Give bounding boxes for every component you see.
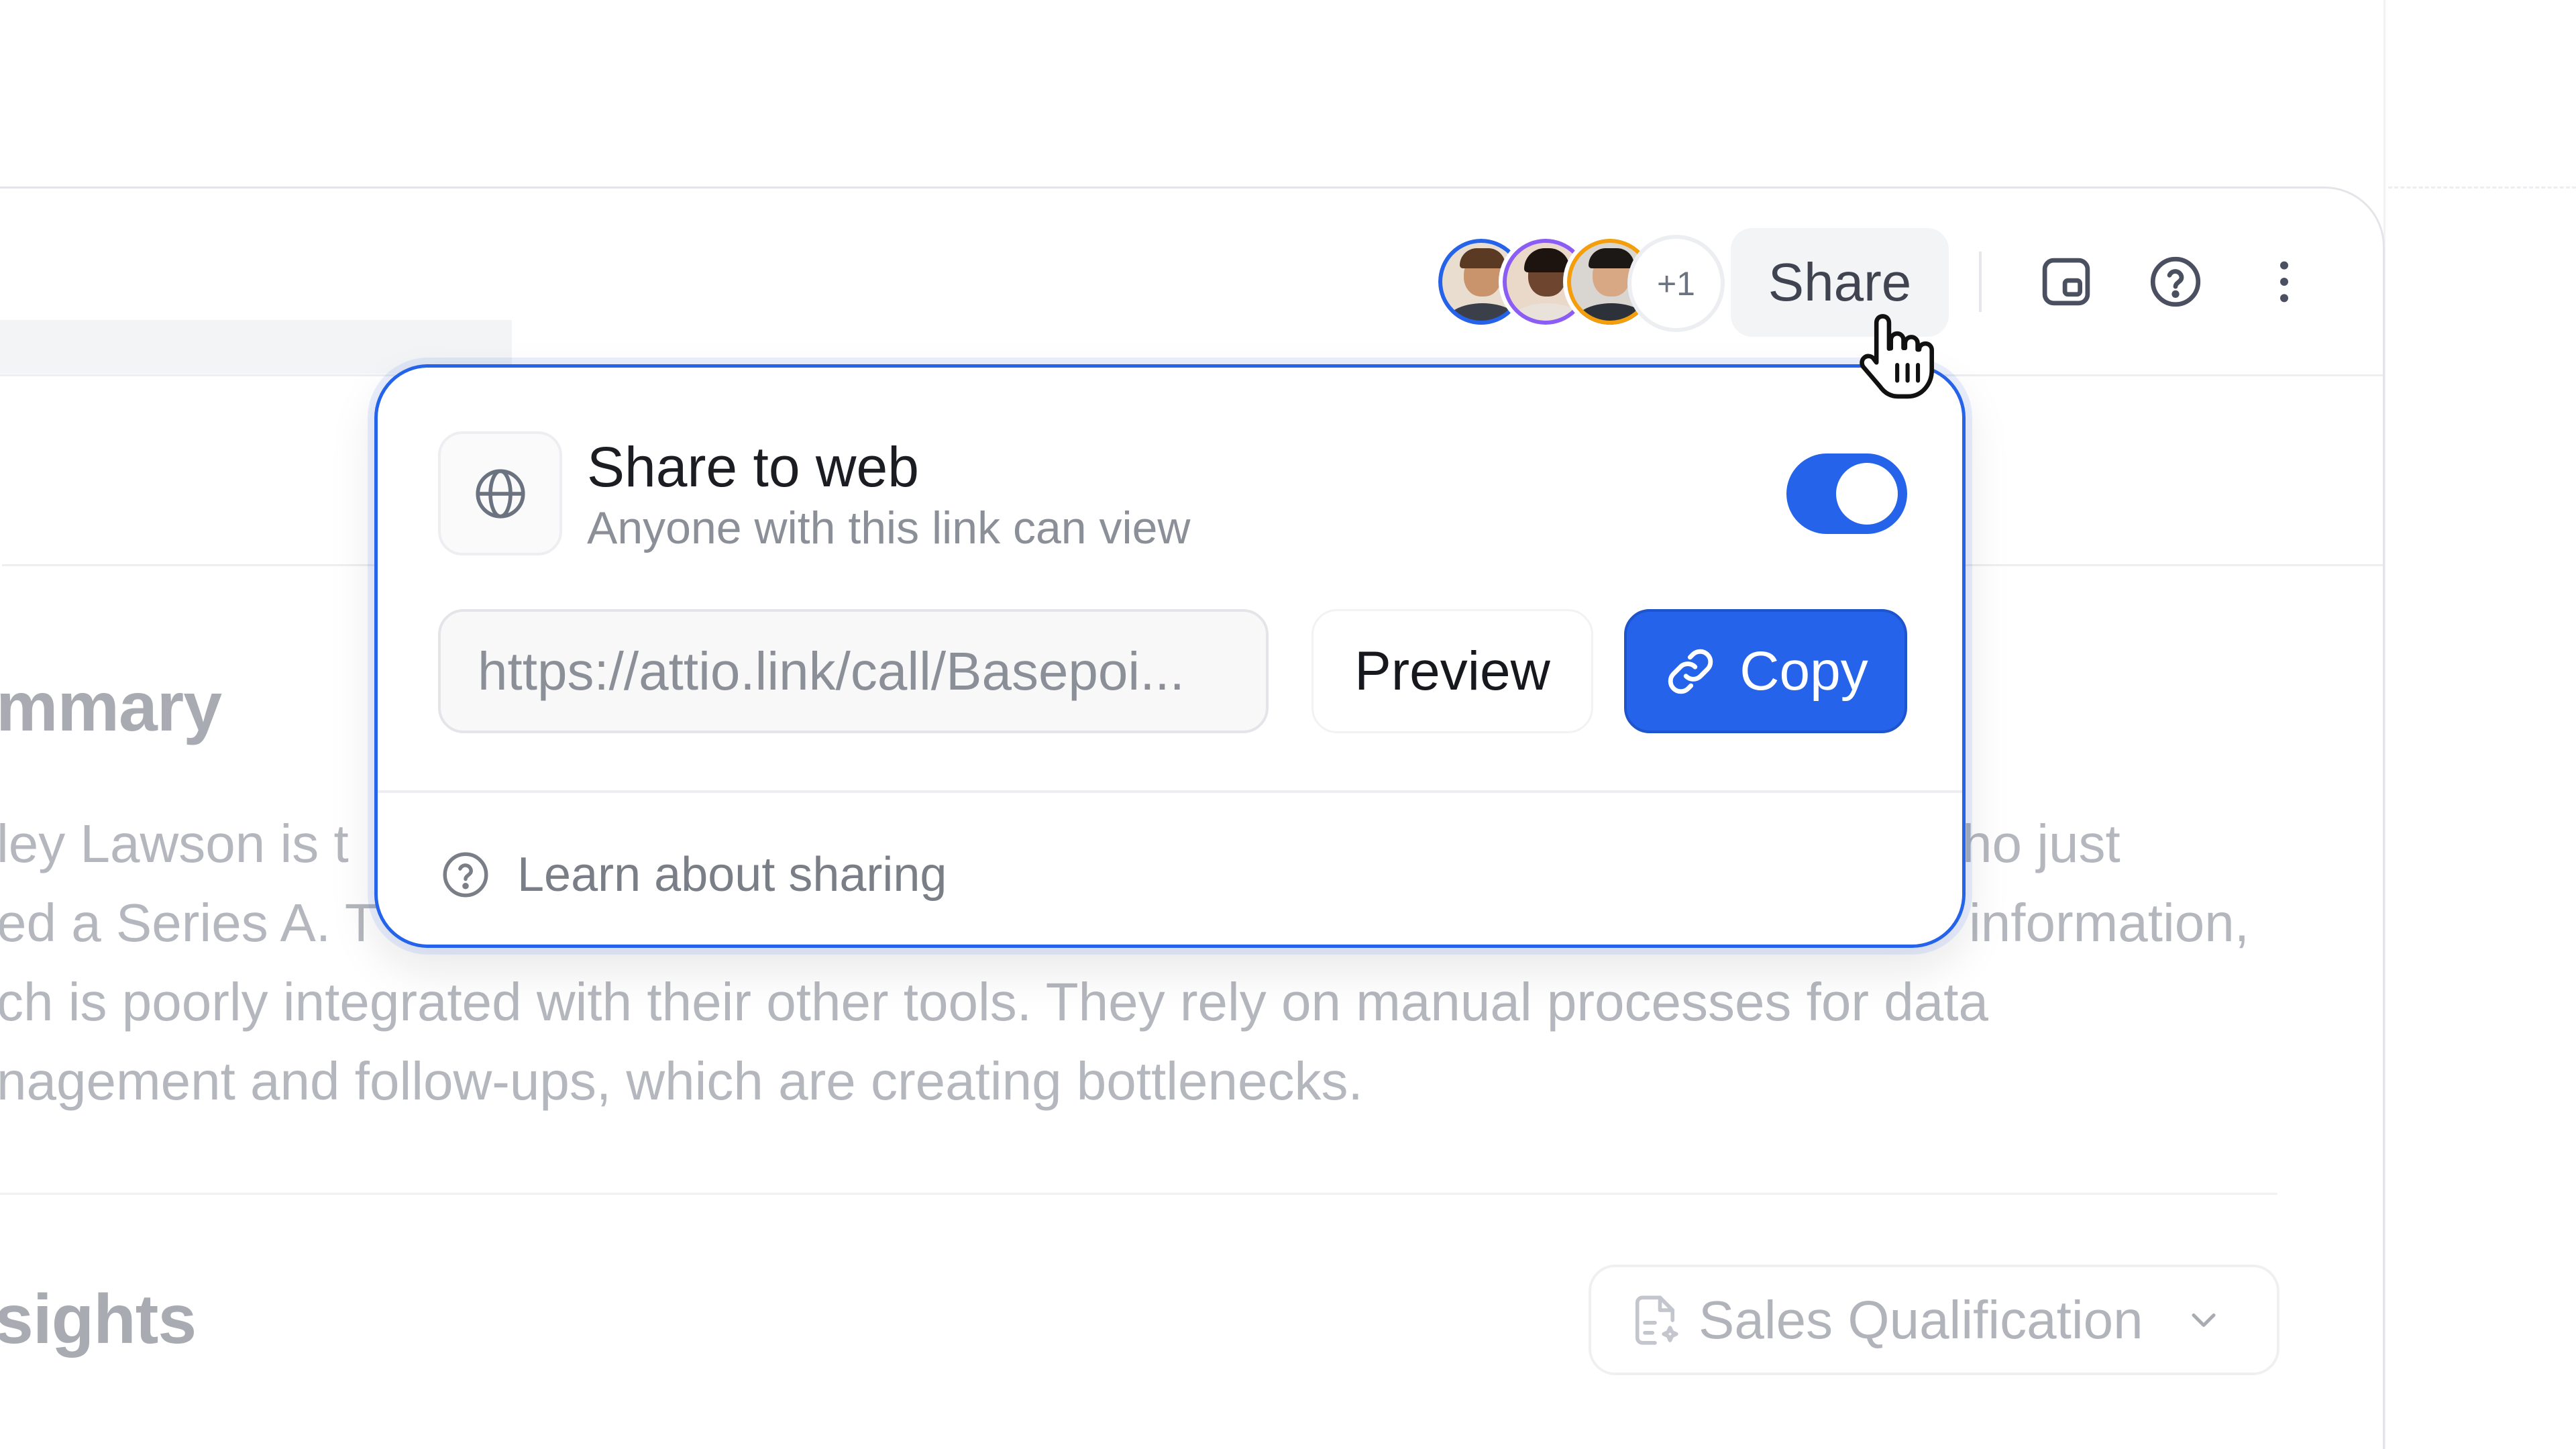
insights-heading: sights [0, 1281, 197, 1358]
summary-line-3: ch is poorly integrated with their other… [0, 972, 1988, 1032]
copy-button-label: Copy [1739, 640, 1868, 702]
learn-about-sharing-label: Learn about sharing [517, 848, 947, 902]
chevron-down-icon [2192, 1313, 2216, 1327]
popover-divider [378, 790, 1962, 793]
insights-divider [0, 1193, 2277, 1195]
globe-icon [475, 468, 525, 519]
popover-subtitle: Anyone with this link can view [587, 502, 1191, 553]
template-select-value: Sales Qualification [1699, 1289, 2143, 1350]
more-vertical-icon[interactable] [2254, 252, 2314, 312]
document-sparkle-icon [1635, 1295, 1678, 1345]
summary-fragment-1: ho just [1962, 814, 2121, 873]
summary-line-4: nagement and follow-ups, which are creat… [0, 1051, 1363, 1111]
help-icon [443, 852, 488, 898]
header-separator [1979, 252, 1982, 312]
share-popover: Share to web Anyone with this link can v… [374, 364, 1966, 948]
summary-line-2: ed a Series A. T [0, 893, 378, 953]
summary-line-1: ley Lawson is t [0, 814, 349, 873]
summary-heading: mmary [0, 668, 222, 746]
template-select[interactable]: Sales Qualification [1589, 1265, 2279, 1375]
summary-fragment-2: information, [1969, 893, 2249, 953]
globe-tile [438, 431, 562, 555]
share-to-web-toggle[interactable] [1786, 453, 1907, 534]
avatar-overflow-count[interactable]: +1 [1627, 235, 1725, 332]
share-url-field[interactable]: https://attio.link/call/Basepoi... [438, 609, 1269, 733]
learn-about-sharing-link[interactable]: Learn about sharing [438, 847, 947, 902]
copy-button[interactable]: Copy [1624, 609, 1907, 733]
card-header [0, 189, 2383, 376]
picture-in-picture-icon[interactable] [2036, 252, 2096, 312]
preview-button[interactable]: Preview [1311, 609, 1593, 733]
toggle-knob [1836, 463, 1898, 525]
popover-title: Share to web [587, 435, 919, 498]
hand-cursor-icon [1860, 314, 1934, 399]
app-stage: mmary ley Lawson is t ed a Series A. T c… [0, 0, 2576, 1449]
link-icon [1668, 649, 1713, 694]
ambient-dashed-line [2388, 186, 2576, 189]
help-icon[interactable] [2145, 252, 2206, 312]
